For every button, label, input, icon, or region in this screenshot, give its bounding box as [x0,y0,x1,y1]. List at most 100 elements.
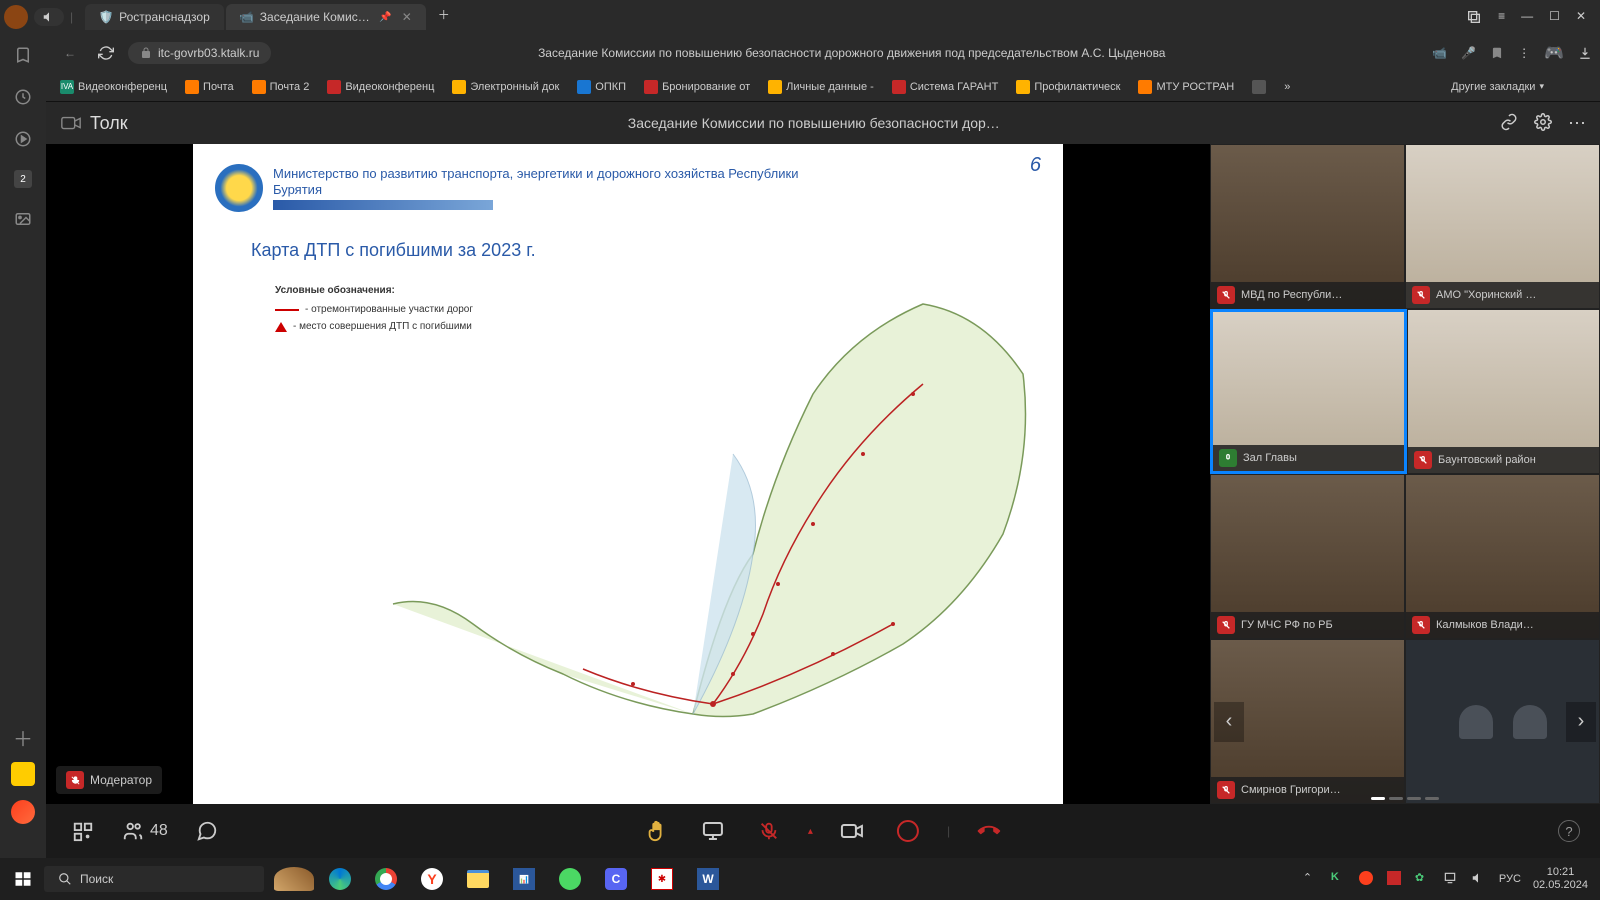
mic-on-icon [1219,449,1237,467]
copy-icon[interactable] [1466,9,1482,25]
bookmark-item[interactable]: МТУ РОСТРАН [1132,77,1240,97]
participant-count[interactable]: 48 [122,820,168,842]
participant-tile[interactable]: ГУ МЧС РФ по РБ [1210,474,1405,639]
browser-tab-active[interactable]: 📹 Заседание Комисси… 📌 ✕ [226,4,426,30]
add-icon[interactable]: ＋ [12,726,34,748]
taskbar-app[interactable]: 📊 [502,861,546,897]
hangup-button[interactable] [965,807,1013,855]
tray-clock[interactable]: 10:21 02.05.2024 [1533,866,1588,892]
bookmark-item[interactable]: Система ГАРАНТ [886,77,1005,97]
bookmark-item[interactable]: Почта 2 [246,77,316,97]
record-button[interactable] [891,814,925,848]
close-icon[interactable]: ✕ [402,10,412,24]
bookmark-item[interactable]: IVAВидеоконференц [54,77,173,97]
bookmark-item[interactable]: Профилактическ [1010,77,1126,97]
more-icon[interactable]: ⋯ [1568,113,1586,134]
url-text: itc-govrb03.ktalk.ru [158,46,259,60]
taskbar-app-edge[interactable] [318,861,362,897]
new-tab-button[interactable]: ＋ [434,4,454,24]
minimize-icon[interactable]: — [1521,9,1533,25]
history-icon[interactable] [12,86,34,108]
image-icon[interactable] [12,208,34,230]
profile-avatar[interactable] [4,5,28,29]
bookmark-item[interactable]: Почта [179,77,240,97]
participant-tile[interactable]: АМО "Хоринский … [1405,144,1600,309]
taskbar-app-chrome[interactable] [364,861,408,897]
taskbar-search[interactable]: Поиск [44,866,264,892]
prev-arrow[interactable]: ‹ [1214,702,1244,742]
tray-icon[interactable] [1359,871,1375,887]
settings-icon[interactable] [1534,113,1552,134]
tray-icon[interactable]: K [1331,871,1347,887]
taskbar-app[interactable] [272,861,316,897]
tray-icon[interactable] [1387,871,1403,887]
raise-hand-button[interactable] [640,814,674,848]
speaker-control[interactable] [34,8,64,26]
mic-off-icon [1412,616,1430,634]
download-icon[interactable] [1578,46,1592,60]
browser-tab[interactable]: 🛡️ Ространснадзор [85,4,224,30]
help-button[interactable]: ? [1558,820,1580,842]
mic-chevron[interactable]: ▴ [808,826,813,837]
taskbar-app-explorer[interactable] [456,861,500,897]
page-dots[interactable] [1371,797,1439,800]
meeting-title: Заседание Комиссии по повышению безопасн… [138,115,1490,131]
back-button[interactable]: ← [56,39,84,67]
kebab-icon[interactable]: ⋮ [1518,46,1530,60]
taskbar-app[interactable]: C [594,861,638,897]
mic-indicator-icon[interactable]: 🎤 [1461,46,1476,60]
layout-button[interactable] [66,814,100,848]
bookmark-item[interactable]: Видеоконференц [321,77,440,97]
tray-language[interactable]: РУС [1499,873,1521,885]
people-icon [122,820,144,842]
reload-button[interactable] [92,39,120,67]
taskbar-app[interactable]: ✱ [640,861,684,897]
other-bookmarks[interactable]: Другие закладки ▾ [1445,78,1550,96]
taskbar-app-word[interactable]: W [686,861,730,897]
bookmark-panel-icon[interactable] [12,44,34,66]
link-icon[interactable] [1500,113,1518,134]
participant-tile[interactable]: Баунтовский район [1407,309,1600,474]
start-button[interactable] [4,860,42,898]
yandex-icon[interactable] [11,800,35,824]
mic-off-icon [1217,286,1235,304]
mail-icon[interactable] [11,762,35,786]
legend-triangle-icon [275,322,287,332]
participant-tile[interactable]: МВД по Республи… [1210,144,1405,309]
bookmark-item[interactable] [1246,77,1272,97]
org-name: Министерство по развитию транспорта, эне… [273,166,833,197]
tolk-header: Толк Заседание Комиссии по повышению без… [46,102,1600,144]
participant-tile-active[interactable]: Зал Главы [1210,309,1407,474]
url-field[interactable]: itc-govrb03.ktalk.ru [128,42,271,64]
taskbar-app-yandex[interactable]: Y [410,861,454,897]
counter-badge[interactable]: 2 [14,170,32,188]
mic-off-icon [1414,451,1432,469]
slide-number: 6 [1030,154,1041,177]
tray-network-icon[interactable] [1443,871,1459,887]
share-screen-button[interactable] [696,814,730,848]
bookmark-icon[interactable] [1490,46,1504,60]
tray-icon[interactable]: ✿ [1415,871,1431,887]
camera-indicator-icon[interactable]: 📹 [1432,46,1447,60]
play-icon[interactable] [12,128,34,150]
menu-icon[interactable]: ≡ [1498,9,1505,25]
chat-button[interactable] [190,814,224,848]
tray-volume-icon[interactable] [1471,871,1487,887]
taskbar-app[interactable] [548,861,592,897]
bookmark-more-button[interactable]: » [1278,78,1296,96]
bookmark-item[interactable]: Бронирование от [638,77,756,97]
bookmark-item[interactable]: Личные данные - [762,77,880,97]
maximize-icon[interactable]: ☐ [1549,9,1560,25]
divider: | [947,824,950,838]
bookmark-item[interactable]: Электронный док [446,77,565,97]
mic-toggle-button[interactable] [752,814,786,848]
pin-icon[interactable]: 📌 [379,12,391,23]
tray-chevron-icon[interactable]: ⌃ [1303,871,1319,887]
camera-toggle-button[interactable] [835,814,869,848]
close-window-icon[interactable]: ✕ [1576,9,1586,25]
participant-tile[interactable]: Калмыков Влади… [1405,474,1600,639]
bookmark-item[interactable]: ОПКП [571,77,632,97]
extension-icon[interactable]: 🎮 [1544,43,1564,63]
tolk-brand[interactable]: Толк [60,112,128,134]
next-arrow[interactable]: › [1566,702,1596,742]
